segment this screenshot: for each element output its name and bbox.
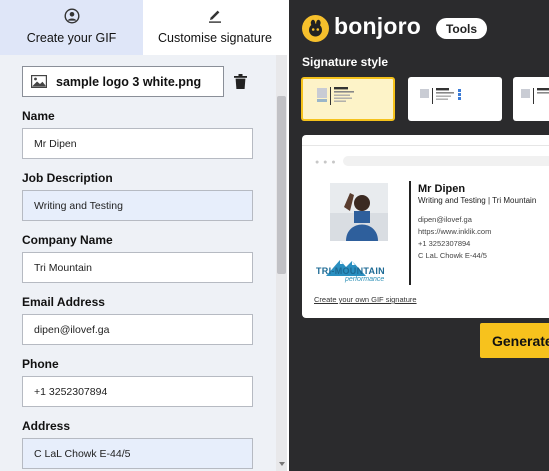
phone-label: Phone <box>22 357 59 371</box>
image-icon <box>31 75 47 88</box>
preview-address: C LaL Chowk E-44/5 <box>418 251 487 260</box>
company-logo-subtext: performance <box>345 276 385 283</box>
preview-panel: bonjoro Tools Signature style ● ● ● Mr D… <box>289 0 549 471</box>
editor-panel: Create your GIF Customise signature samp… <box>0 0 287 471</box>
company-logo-text: TRI-MOUNTAIN <box>316 266 385 276</box>
browser-top-bar <box>302 135 549 146</box>
preview-job-line: Writing and Testing | Tri Mountain <box>418 196 537 205</box>
tab-bar: Create your GIF Customise signature <box>0 0 287 55</box>
browser-dots-icon: ● ● ● <box>315 159 337 166</box>
signature-preview-card: ● ● ● Mr Dipen Writing and Testing | Tri… <box>302 135 549 318</box>
tools-button[interactable]: Tools <box>436 18 487 39</box>
preview-name: Mr Dipen <box>418 183 466 195</box>
brand-name: bonjoro <box>334 13 421 39</box>
signature-style-heading: Signature style <box>302 55 389 69</box>
preview-website: https://www.inklik.com <box>418 227 492 236</box>
email-label: Email Address <box>22 295 105 309</box>
signature-divider <box>409 181 411 285</box>
address-input[interactable]: C LaL Chowk E-44/5 <box>22 438 253 469</box>
logo-file-chip[interactable]: sample logo 3 white.png <box>22 66 224 97</box>
company-name-input[interactable]: Tri Mountain <box>22 252 253 283</box>
signature-form: sample logo 3 white.png Name Mr Dipen Jo… <box>0 55 276 471</box>
create-own-signature-link[interactable]: Create your own GIF signature <box>314 295 417 304</box>
tab-create-gif-label: Create your GIF <box>26 31 117 45</box>
trash-icon[interactable] <box>234 74 247 89</box>
name-label: Name <box>22 109 55 123</box>
scroll-down-arrow-icon[interactable] <box>279 462 285 466</box>
signature-style-option[interactable] <box>513 77 549 121</box>
tab-customise-signature-label: Customise signature <box>158 31 272 45</box>
phone-input[interactable]: +1 3252307894 <box>22 376 253 407</box>
preview-email: dipen@ilovef.ga <box>418 215 472 224</box>
company-name-label: Company Name <box>22 233 113 247</box>
form-scrollbar-thumb[interactable] <box>277 96 286 274</box>
browser-url-bar <box>343 156 549 166</box>
address-label: Address <box>22 419 71 433</box>
bonjoro-logo-icon <box>302 15 329 42</box>
profile-photo <box>330 183 388 241</box>
signature-style-option[interactable] <box>301 77 395 121</box>
preview-phone: +1 3252307894 <box>418 239 471 248</box>
tab-create-gif[interactable]: Create your GIF <box>0 0 143 55</box>
job-description-label: Job Description <box>22 171 113 185</box>
job-description-input[interactable]: Writing and Testing <box>22 190 253 221</box>
user-circle-icon <box>63 7 80 25</box>
name-input[interactable]: Mr Dipen <box>22 128 253 159</box>
logo-file-name: sample logo 3 white.png <box>56 74 202 89</box>
tab-customise-signature[interactable]: Customise signature <box>143 0 287 55</box>
email-input[interactable]: dipen@ilovef.ga <box>22 314 253 345</box>
generate-button[interactable]: Generate <box>480 323 549 358</box>
pen-icon <box>207 7 223 25</box>
signature-style-option[interactable] <box>408 77 502 121</box>
